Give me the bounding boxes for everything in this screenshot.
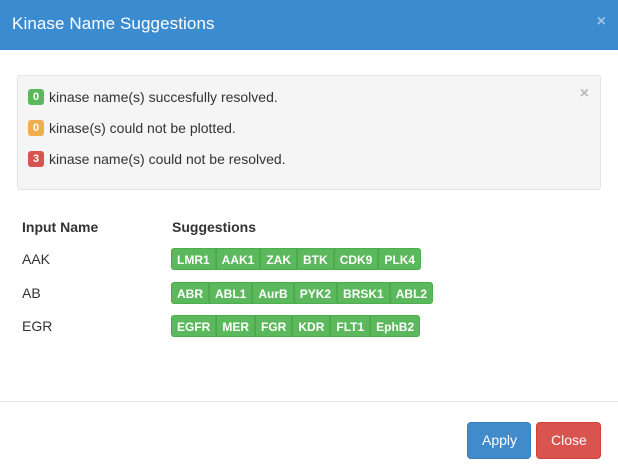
suggestion-chip[interactable]: FGR bbox=[255, 315, 293, 337]
suggestion-chip[interactable]: EGFR bbox=[171, 315, 217, 337]
dismiss-alert-icon[interactable]: × bbox=[580, 86, 589, 102]
suggestion-chip[interactable]: ABL2 bbox=[389, 282, 434, 304]
modal-title: Kinase Name Suggestions bbox=[12, 14, 215, 33]
resolution-summary-alert: × 0 kinase name(s) succesfully resolved.… bbox=[17, 75, 601, 190]
suggestion-group-ab: ABR ABL1 AurB PYK2 BRSK1 ABL2 bbox=[171, 282, 434, 304]
not-plotted-count-badge: 0 bbox=[28, 120, 44, 136]
resolved-count-line: 0 kinase name(s) succesfully resolved. bbox=[28, 88, 278, 106]
suggestion-chip[interactable]: BTK bbox=[297, 248, 334, 270]
suggestion-chip[interactable]: AAK1 bbox=[215, 248, 261, 270]
kinase-suggestions-modal: Kinase Name Suggestions × × 0 kinase nam… bbox=[0, 0, 618, 475]
close-button[interactable]: Close bbox=[536, 422, 601, 459]
not-plotted-count-line: 0 kinase(s) could not be plotted. bbox=[28, 119, 236, 137]
input-name-ab: AB bbox=[22, 285, 41, 301]
input-name-header: Input Name bbox=[22, 219, 99, 235]
not-plotted-count-text: kinase(s) could not be plotted. bbox=[49, 120, 236, 136]
suggestion-chip[interactable]: LMR1 bbox=[171, 248, 216, 270]
suggestion-chip[interactable]: AurB bbox=[252, 282, 294, 304]
suggestion-chip[interactable]: PYK2 bbox=[293, 282, 338, 304]
suggestions-header: Suggestions bbox=[172, 219, 257, 235]
suggestion-group-aak: LMR1 AAK1 ZAK BTK CDK9 PLK4 bbox=[171, 248, 422, 270]
input-name-aak: AAK bbox=[22, 251, 51, 267]
resolved-count-text: kinase name(s) succesfully resolved. bbox=[49, 89, 278, 105]
suggestion-chip[interactable]: EphB2 bbox=[370, 315, 421, 337]
input-name-egr: EGR bbox=[22, 318, 53, 334]
suggestion-chip[interactable]: ZAK bbox=[260, 248, 298, 270]
apply-button[interactable]: Apply bbox=[467, 422, 531, 459]
close-icon[interactable]: × bbox=[597, 14, 606, 30]
suggestion-chip[interactable]: MER bbox=[216, 315, 256, 337]
footer-divider bbox=[0, 401, 618, 402]
suggestion-chip[interactable]: CDK9 bbox=[333, 248, 379, 270]
suggestion-chip[interactable]: PLK4 bbox=[378, 248, 422, 270]
unresolved-count-line: 3 kinase name(s) could not be resolved. bbox=[28, 150, 286, 168]
unresolved-count-text: kinase name(s) could not be resolved. bbox=[49, 151, 286, 167]
suggestion-chip[interactable]: BRSK1 bbox=[337, 282, 390, 304]
modal-header: Kinase Name Suggestions × bbox=[0, 0, 618, 50]
suggestion-group-egr: EGFR MER FGR KDR FLT1 EphB2 bbox=[171, 315, 421, 337]
suggestion-chip[interactable]: ABR bbox=[171, 282, 209, 304]
suggestion-chip[interactable]: ABL1 bbox=[209, 282, 253, 304]
unresolved-count-badge: 3 bbox=[28, 151, 44, 167]
suggestion-chip[interactable]: FLT1 bbox=[330, 315, 371, 337]
resolved-count-badge: 0 bbox=[28, 89, 44, 105]
suggestion-chip[interactable]: KDR bbox=[292, 315, 331, 337]
